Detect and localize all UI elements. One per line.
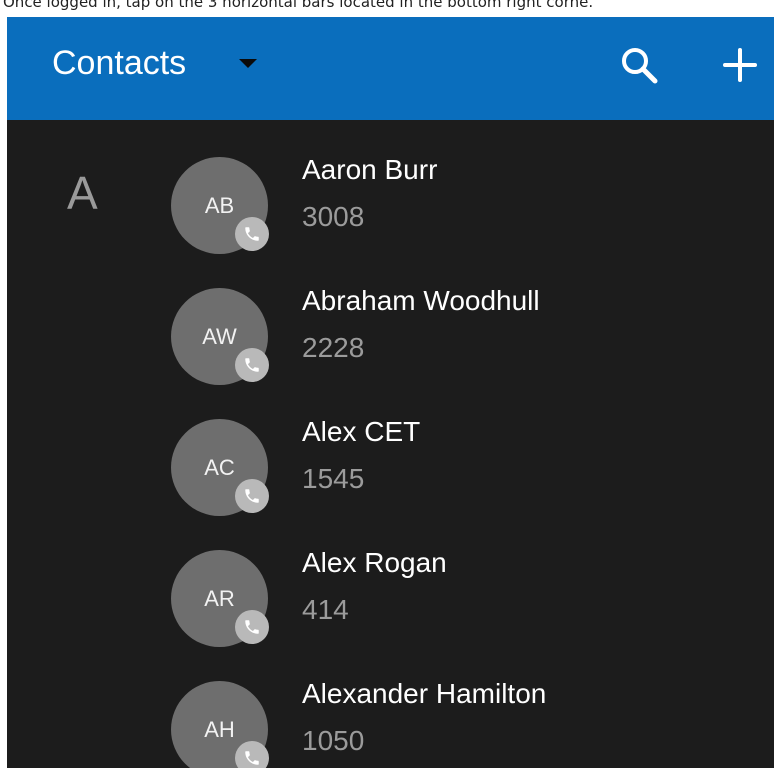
page: Once logged in, tap on the 3 horizontal …: [0, 0, 774, 768]
contact-number: 3008: [302, 201, 365, 232]
contact-number: 2228: [302, 332, 365, 363]
contact-number: 1050: [302, 725, 365, 756]
contact-row[interactable]: AR Alex Rogan 414: [167, 540, 767, 647]
contact-name: Aaron Burr: [302, 154, 438, 185]
phone-icon: [245, 620, 259, 634]
phone-icon: [245, 227, 259, 241]
phone-icon: [245, 358, 259, 372]
call-badge[interactable]: [235, 610, 269, 644]
search-icon[interactable]: [619, 45, 659, 85]
call-badge[interactable]: [235, 217, 269, 251]
phone-screen: Contacts A AB Aaron Burr 3008 AW Abraham…: [7, 17, 774, 768]
call-badge[interactable]: [235, 479, 269, 513]
call-badge[interactable]: [235, 741, 269, 768]
contact-row[interactable]: AH Alexander Hamilton 1050: [167, 671, 767, 768]
call-badge[interactable]: [235, 348, 269, 382]
contact-name: Alex CET: [302, 416, 421, 447]
phone-icon: [245, 489, 259, 503]
app-bar: Contacts: [7, 17, 774, 120]
contact-name: Alexander Hamilton: [302, 678, 547, 709]
instruction-text: Once logged in, tap on the 3 horizontal …: [3, 0, 594, 11]
contact-row[interactable]: AC Alex CET 1545: [167, 409, 767, 516]
caret-down-icon[interactable]: [239, 59, 257, 68]
contact-number: 1545: [302, 463, 365, 494]
phone-icon: [245, 751, 259, 765]
plus-icon[interactable]: [721, 46, 759, 84]
contacts-title[interactable]: Contacts: [52, 43, 186, 83]
contact-row[interactable]: AW Abraham Woodhull 2228: [167, 278, 767, 385]
contact-number: 414: [302, 594, 349, 625]
section-letter: A: [67, 167, 98, 219]
contact-row[interactable]: AB Aaron Burr 3008: [167, 147, 767, 254]
contact-name: Alex Rogan: [302, 547, 447, 578]
contact-name: Abraham Woodhull: [302, 285, 540, 316]
